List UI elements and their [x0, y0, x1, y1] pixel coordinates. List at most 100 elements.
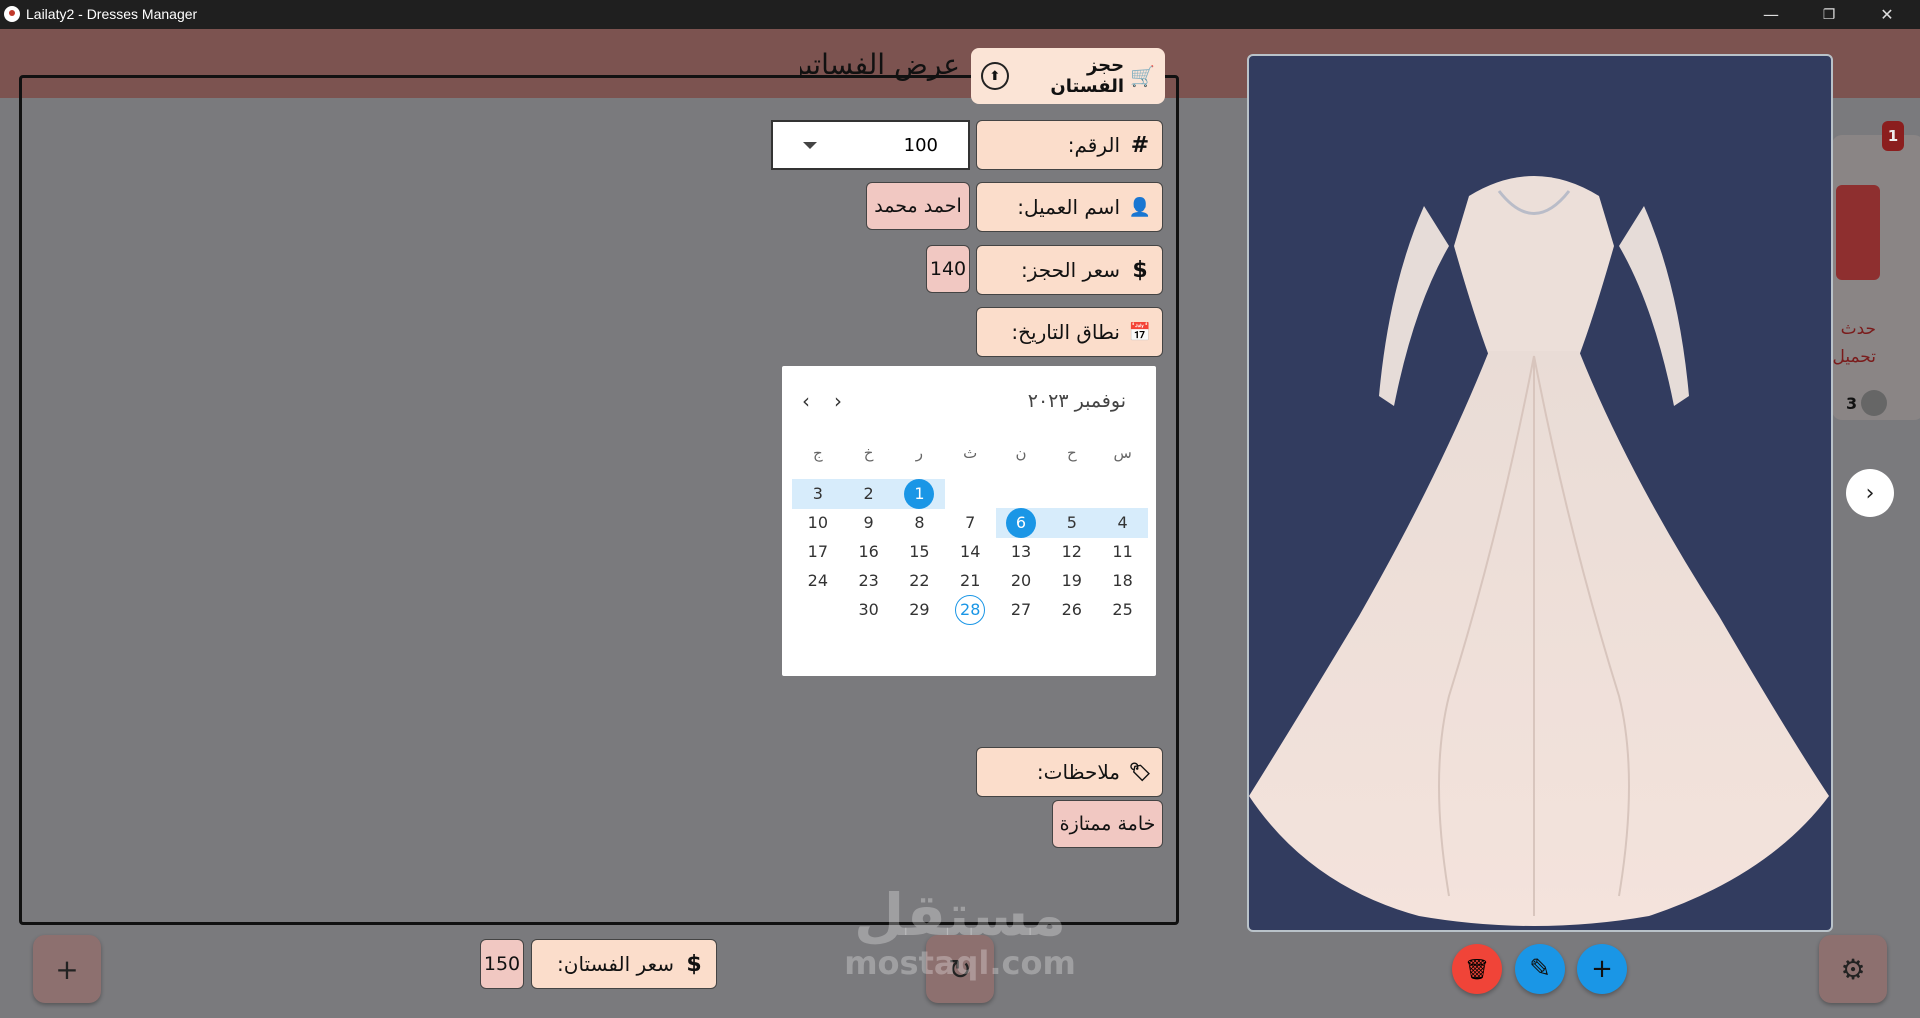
- calendar-month-label: نوفمبر ٢٠٢٣: [1027, 390, 1126, 412]
- chevron-right-icon: ›: [1865, 480, 1875, 506]
- calendar-day[interactable]: 7: [945, 508, 996, 538]
- background-card-text: حدث تحميل: [1832, 319, 1876, 367]
- dress-illustration: [1249, 176, 1829, 926]
- user-count: 3: [1846, 388, 1906, 418]
- calendar-day[interactable]: 1: [894, 479, 945, 509]
- booking-price-label-box: $ سعر الحجز:: [976, 245, 1163, 295]
- calendar-week: 18 19 20 21 22 23 24: [790, 566, 1148, 596]
- panel-title: عرض الفساتين: [800, 48, 960, 81]
- calendar-day[interactable]: 11: [1097, 537, 1148, 567]
- calendar-header: نوفمبر ٢٠٢٣ ‹ ›: [802, 386, 1126, 416]
- calendar-day[interactable]: 28: [945, 595, 996, 625]
- calendar-day[interactable]: 4: [1097, 508, 1148, 538]
- calendar-day[interactable]: 12: [1046, 537, 1097, 567]
- notes-label: ملاحظات:: [1036, 760, 1120, 784]
- calendar-weekday: ث: [963, 444, 978, 462]
- calendar-week: 11 12 13 14 15 16 17: [790, 537, 1148, 567]
- plus-icon: +: [1591, 954, 1613, 984]
- date-range-picker: نوفمبر ٢٠٢٣ ‹ › سحنثرخج 1 2 3 4 5 6 7 8 9 10 11 12 1…: [782, 366, 1156, 676]
- calendar-empty-cell: [996, 479, 1047, 509]
- app-icon: [4, 6, 20, 22]
- window-titlebar: Lailaty2 - Dresses Manager — ❐ ✕: [0, 0, 1920, 29]
- upload-icon: ⬆: [981, 62, 1009, 90]
- calendar-day[interactable]: 5: [1046, 508, 1098, 538]
- close-button[interactable]: ✕: [1858, 0, 1916, 29]
- calendar-day[interactable]: 27: [996, 595, 1047, 625]
- calendar-day[interactable]: 10: [792, 508, 843, 538]
- booking-price-field[interactable]: 140: [926, 245, 970, 293]
- calendar-day[interactable]: 19: [1046, 566, 1097, 596]
- calendar-weekday: خ: [863, 444, 874, 462]
- booking-price-label: سعر الحجز:: [1020, 258, 1120, 282]
- calendar-day[interactable]: 24: [792, 566, 843, 596]
- date-range-label: نطاق التاريخ:: [1011, 320, 1120, 344]
- calendar-week: 123: [790, 479, 1148, 509]
- calendar-day[interactable]: 25: [1097, 595, 1148, 625]
- book-dress-button[interactable]: 🛒 حجز الفستان ⬆: [971, 48, 1165, 104]
- customer-name-field[interactable]: احمد محمد: [866, 182, 970, 230]
- minimize-button[interactable]: —: [1742, 0, 1800, 29]
- add-dress-button[interactable]: +: [1577, 944, 1627, 994]
- calendar-next-button[interactable]: ›: [834, 389, 842, 413]
- calendar-day[interactable]: 26: [1046, 595, 1097, 625]
- number-dropdown[interactable]: 100: [771, 120, 970, 170]
- person-icon: 👤: [1128, 196, 1152, 218]
- calendar-day[interactable]: 23: [843, 566, 894, 596]
- dress-image: [1247, 54, 1833, 932]
- calendar-day[interactable]: 29: [894, 595, 945, 625]
- notes-label-box: 🏷 ملاحظات:: [976, 747, 1163, 797]
- gear-icon: ⚙: [1840, 952, 1866, 986]
- calendar-week: 4 5 6 7 8 9 10: [790, 508, 1148, 538]
- notes-field[interactable]: خامة ممتازة: [1052, 800, 1163, 848]
- calendar-day[interactable]: 13: [996, 537, 1047, 567]
- edit-dress-button[interactable]: ✎: [1515, 944, 1565, 994]
- calendar-day[interactable]: 22: [894, 566, 945, 596]
- calendar-day[interactable]: 17: [792, 537, 843, 567]
- calendar-weekday: ح: [1066, 444, 1077, 462]
- watermark: مستقل mostaql.com: [840, 885, 1080, 995]
- customer-label-box: 👤 اسم العميل:: [976, 182, 1163, 232]
- calendar-day[interactable]: 9: [843, 508, 894, 538]
- calendar-day[interactable]: 3: [792, 479, 844, 509]
- book-dress-label: حجز الفستان: [1050, 55, 1125, 97]
- dollar-icon: $: [1132, 257, 1148, 283]
- watermark-logo-text: مستقل: [853, 881, 1067, 949]
- number-label-box: # الرقم:: [976, 120, 1163, 170]
- calendar-weekdays: سحنثرخج: [790, 444, 1148, 462]
- calendar-weekday: ر: [915, 444, 924, 462]
- delete-dress-button[interactable]: 🗑: [1452, 944, 1502, 994]
- dress-price-field: 150: [480, 939, 524, 989]
- calendar-day[interactable]: 14: [945, 537, 996, 567]
- watermark-url: mostaql.com: [844, 944, 1076, 982]
- calendar-prev-button[interactable]: ‹: [802, 389, 810, 413]
- background-card-image: [1836, 185, 1880, 280]
- dress-price-label-box: $ سعر الفستان:: [531, 939, 717, 989]
- next-dress-button[interactable]: ›: [1846, 469, 1894, 517]
- calendar-weekday: س: [1113, 444, 1132, 462]
- add-booking-button[interactable]: +: [33, 935, 101, 1003]
- customer-label: اسم العميل:: [1017, 195, 1120, 219]
- window-title: Lailaty2 - Dresses Manager: [26, 6, 198, 22]
- calendar-today: 28: [955, 595, 986, 625]
- calendar-day[interactable]: 8: [894, 508, 945, 538]
- calendar-empty-cell: [945, 479, 996, 509]
- calendar-day[interactable]: 30: [843, 595, 894, 625]
- calendar-day[interactable]: 21: [945, 566, 996, 596]
- settings-button[interactable]: ⚙: [1819, 935, 1887, 1003]
- calendar-day[interactable]: 6: [995, 508, 1047, 538]
- tag-icon: 🏷: [1128, 761, 1152, 783]
- calendar-day[interactable]: 16: [843, 537, 894, 567]
- date-range-label-box: 📅 نطاق التاريخ:: [976, 307, 1163, 357]
- number-dropdown-value: 100: [903, 134, 938, 156]
- calendar-day[interactable]: 18: [1097, 566, 1148, 596]
- trash-icon: 🗑: [1464, 957, 1490, 981]
- pencil-icon: ✎: [1529, 954, 1551, 984]
- calendar-day[interactable]: 15: [894, 537, 945, 567]
- calendar-empty-cell: [1097, 479, 1148, 509]
- cart-icon: 🛒: [1130, 64, 1155, 88]
- restore-button[interactable]: ❐: [1800, 0, 1858, 29]
- dress-price-label: سعر الفستان:: [557, 952, 674, 976]
- calendar-day[interactable]: 2: [843, 479, 895, 509]
- calendar-day[interactable]: 20: [996, 566, 1047, 596]
- number-label: الرقم:: [1067, 133, 1120, 157]
